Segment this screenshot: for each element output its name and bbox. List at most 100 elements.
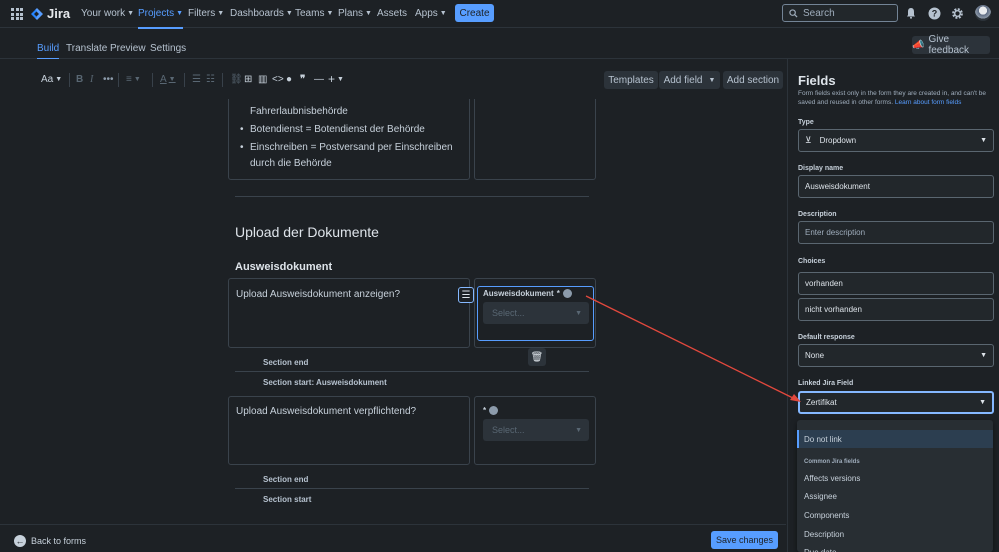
editor-toolbar: Aa ▼ B I ••• ≡ ▼ A ▼ ☰ ☷ ⛓ ⊞ ▥ <> ● ❞ — + ▼ … — [28, 59, 786, 99]
tab-build[interactable]: Build — [37, 43, 60, 60]
nav-your-work[interactable]: Your work ▼ — [81, 8, 134, 19]
nav-dashboards[interactable]: Dashboards ▼ — [230, 8, 293, 19]
nav-label: Plans — [338, 8, 364, 19]
choice-input[interactable]: vorhanden — [798, 272, 994, 295]
type-select[interactable]: ⊻ Dropdown ▼ — [798, 129, 994, 152]
create-button[interactable]: Create — [455, 4, 494, 22]
subsection-heading[interactable]: Ausweisdokument — [235, 261, 332, 273]
add-field-button[interactable]: Add field ▼ — [659, 71, 720, 89]
nav-filters[interactable]: Filters ▼ — [188, 8, 224, 19]
section-start-prefix: Section start: — [263, 378, 317, 387]
delete-trash-icon[interactable]: 🗑 — [528, 348, 546, 366]
help-icon[interactable]: ? — [927, 6, 941, 20]
nav-plans[interactable]: Plans ▼ — [338, 8, 372, 19]
chevron-down-icon: ▼ — [980, 137, 987, 144]
linked-jira-field-select[interactable]: Zertifikat ▼ — [798, 391, 994, 414]
alignment-icon[interactable]: ≡ ▼ — [126, 74, 141, 85]
section-heading[interactable]: Upload der Dokumente — [235, 224, 379, 240]
question-text[interactable]: Upload Ausweisdokument anzeigen? — [236, 289, 400, 300]
arrow-left-icon: ← — [14, 535, 26, 547]
bold-icon[interactable]: B — [76, 74, 83, 85]
bottom-bar: ← Back to forms Save changes — [0, 524, 786, 552]
divider — [235, 196, 589, 197]
user-avatar[interactable] — [975, 5, 991, 21]
question-text[interactable]: Upload Ausweisdokument verpflichtend? — [236, 406, 416, 417]
save-changes-button[interactable]: Save changes — [711, 531, 778, 549]
dropdown-field[interactable]: Select... ▼ — [483, 302, 589, 324]
nav-apps[interactable]: Apps ▼ — [415, 8, 447, 19]
required-marker: * — [556, 289, 560, 298]
section-divider — [235, 371, 589, 372]
option-description[interactable]: Description — [797, 525, 993, 543]
dropdown-field[interactable]: Select... ▼ — [483, 419, 589, 441]
nav-label: Filters — [188, 8, 216, 19]
give-feedback-button[interactable]: 📣 Give feedback — [912, 34, 990, 56]
settings-gear-icon[interactable] — [950, 6, 964, 20]
toolbar-divider — [118, 73, 119, 87]
list-item: Botendienst = Botendienst der Behörde — [240, 121, 425, 139]
toolbar-divider — [222, 73, 223, 87]
chevron-down-icon: ▼ — [708, 76, 716, 84]
back-to-forms-link[interactable]: ← Back to forms — [14, 535, 86, 547]
divider-icon[interactable]: — — [314, 74, 324, 85]
table-icon[interactable]: ⊞ — [244, 74, 252, 85]
italic-icon[interactable]: I — [90, 74, 93, 85]
back-label: Back to forms — [31, 536, 87, 546]
chevron-down-icon: ▼ — [337, 75, 344, 83]
nav-projects[interactable]: Projects ▼ — [138, 8, 184, 29]
layout-icon[interactable]: ▥ — [258, 74, 267, 85]
type-value: Dropdown — [819, 136, 857, 145]
type-label: Type — [798, 119, 814, 126]
learn-about-form-fields-link[interactable]: Learn about form fields — [895, 99, 961, 106]
search-input[interactable]: Search — [782, 4, 898, 22]
chevron-down-icon: ▼ — [168, 76, 176, 83]
nav-label: Assets — [377, 8, 408, 19]
chevron-down-icon: ▼ — [575, 309, 582, 317]
dropdown-type-icon: ⊻ — [805, 135, 812, 145]
bullet-list-icon[interactable]: ☰ — [192, 74, 201, 85]
code-icon[interactable]: <> — [272, 74, 284, 85]
quote-icon[interactable]: ❞ — [300, 74, 305, 85]
jira-logo-text: Jira — [47, 6, 71, 21]
display-name-input[interactable]: Ausweisdokument — [798, 175, 994, 198]
choice-input[interactable]: nicht vorhanden — [798, 298, 994, 321]
add-section-button[interactable]: Add section — [723, 71, 783, 89]
more-formatting-icon[interactable]: ••• — [103, 74, 114, 85]
tab-settings[interactable]: Settings — [150, 43, 186, 54]
description-input[interactable]: Enter description — [798, 221, 994, 244]
list-continuation-text: durch die Behörde — [250, 158, 332, 169]
app-switcher-icon[interactable] — [11, 8, 23, 20]
text-style-dropdown[interactable]: Aa ▼ — [41, 74, 62, 85]
svg-text:?: ? — [931, 8, 937, 18]
default-response-select[interactable]: None ▼ — [798, 344, 994, 367]
option-assignee[interactable]: Assignee — [797, 487, 993, 505]
link-icon[interactable]: ⛓ — [230, 74, 243, 85]
text-style-label: Aa — [41, 74, 54, 85]
nav-teams[interactable]: Teams ▼ — [295, 8, 333, 19]
tab-translate[interactable]: Translate — [66, 43, 107, 54]
insert-plus-icon[interactable]: + ▼ — [328, 72, 344, 86]
option-do-not-link[interactable]: Do not link — [797, 430, 993, 448]
numbered-list-icon[interactable]: ☷ — [206, 74, 215, 85]
info-panel-icon[interactable]: ● — [286, 74, 292, 85]
option-affects-versions[interactable]: Affects versions — [797, 469, 993, 487]
text-color-icon[interactable]: A ▼ — [160, 74, 176, 85]
default-response-value: None — [805, 351, 825, 360]
option-components[interactable]: Components — [797, 506, 993, 524]
chevron-down-icon: ▼ — [979, 399, 986, 406]
field-label-text: Ausweisdokument — [483, 289, 554, 298]
field-label: * — [483, 406, 499, 415]
field-card[interactable] — [474, 99, 596, 180]
dropdown-placeholder: Select... — [492, 425, 525, 435]
feedback-label: Give feedback — [928, 34, 970, 56]
field-settings-icon[interactable]: ☰ — [458, 287, 474, 303]
jira-logo[interactable]: Jira — [30, 6, 70, 21]
panel-title: Fields — [798, 73, 836, 88]
templates-button[interactable]: Templates — [604, 71, 658, 89]
nav-assets[interactable]: Assets — [377, 8, 407, 19]
choices-label: Choices — [798, 258, 826, 265]
chevron-down-icon: ▼ — [176, 10, 184, 17]
option-due-date[interactable]: Due date — [797, 543, 993, 552]
tab-preview[interactable]: Preview — [110, 43, 146, 54]
notifications-icon[interactable] — [904, 6, 918, 20]
